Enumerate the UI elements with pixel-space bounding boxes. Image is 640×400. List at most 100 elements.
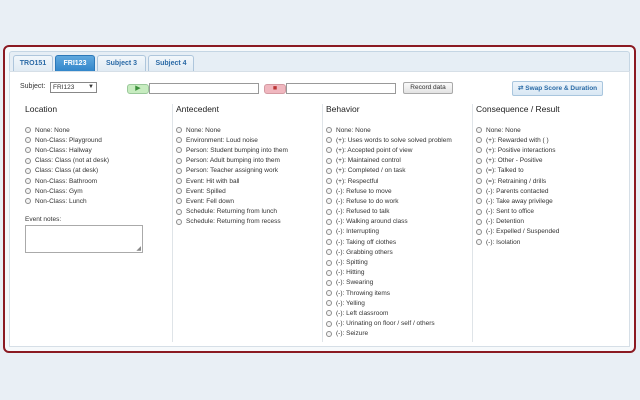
radio-option[interactable]: (+): Respectful (323, 176, 472, 186)
radio-option[interactable]: Class: Class (not at desk) (22, 156, 172, 166)
radio-button[interactable] (326, 279, 332, 286)
radio-button[interactable] (476, 208, 482, 215)
radio-button[interactable] (326, 300, 332, 307)
radio-button[interactable] (25, 178, 31, 185)
radio-button[interactable] (326, 239, 332, 246)
radio-option[interactable]: Person: Teacher assigning work (173, 166, 322, 176)
radio-button[interactable] (25, 127, 31, 134)
radio-button[interactable] (176, 178, 182, 185)
tab-tro151[interactable]: TRO151 (13, 55, 53, 72)
swap-score-duration-button[interactable]: ⇄ Swap Score & Duration (512, 81, 604, 96)
radio-button[interactable] (326, 178, 332, 185)
radio-button[interactable] (476, 157, 482, 164)
radio-option[interactable]: (-): Spitting (323, 257, 472, 267)
radio-option[interactable]: (-): Hitting (323, 268, 472, 278)
radio-button[interactable] (476, 167, 482, 174)
radio-option[interactable]: None: None (473, 125, 622, 135)
radio-button[interactable] (476, 137, 482, 144)
tab-subject-4[interactable]: Subject 4 (148, 55, 194, 72)
radio-button[interactable] (25, 188, 31, 195)
radio-button[interactable] (176, 137, 182, 144)
radio-option[interactable]: (-): Yelling (323, 298, 472, 308)
radio-button[interactable] (326, 188, 332, 195)
radio-option[interactable]: (-): Interrupting (323, 227, 472, 237)
radio-option[interactable]: (-): Left classroom (323, 308, 472, 318)
radio-button[interactable] (176, 167, 182, 174)
radio-button[interactable] (476, 127, 482, 134)
radio-option[interactable]: (+): Maintained control (323, 156, 472, 166)
radio-button[interactable] (326, 208, 332, 215)
radio-option[interactable]: None: None (22, 125, 172, 135)
radio-option[interactable]: (-): Refuse to move (323, 186, 472, 196)
radio-option[interactable]: Non-Class: Gym (22, 186, 172, 196)
radio-option[interactable]: (-): Refused to talk (323, 207, 472, 217)
radio-button[interactable] (326, 259, 332, 266)
radio-button[interactable] (326, 127, 332, 134)
radio-option[interactable]: Event: Spilled (173, 186, 322, 196)
radio-option[interactable]: Non-Class: Bathroom (22, 176, 172, 186)
radio-option[interactable]: (-): Urinating on floor / self / others (323, 319, 472, 329)
radio-button[interactable] (476, 198, 482, 205)
radio-option[interactable]: (-): Throwing items (323, 288, 472, 298)
radio-button[interactable] (326, 290, 332, 297)
subject-select[interactable]: FRI123 ▼ (50, 82, 97, 93)
stop-button[interactable]: ■ (264, 84, 286, 94)
radio-button[interactable] (25, 147, 31, 154)
radio-option[interactable]: (+): Accepted point of view (323, 145, 472, 155)
radio-button[interactable] (176, 208, 182, 215)
radio-button[interactable] (176, 147, 182, 154)
radio-option[interactable]: (+): Completed / on task (323, 166, 472, 176)
radio-option[interactable]: (-): Take away privilege (473, 196, 622, 206)
radio-option[interactable]: Class: Class (at desk) (22, 166, 172, 176)
radio-option[interactable]: (-): Grabbing others (323, 247, 472, 257)
resize-grip-icon[interactable]: ◢ (136, 245, 141, 252)
radio-button[interactable] (176, 127, 182, 134)
radio-button[interactable] (25, 157, 31, 164)
radio-option[interactable]: Non-Class: Lunch (22, 196, 172, 206)
radio-button[interactable] (176, 218, 182, 225)
event-notes-textarea[interactable]: ◢ (25, 224, 143, 253)
radio-button[interactable] (25, 198, 31, 205)
radio-button[interactable] (176, 157, 182, 164)
radio-button[interactable] (476, 147, 482, 154)
radio-button[interactable] (476, 228, 482, 235)
radio-option[interactable]: Schedule: Returning from lunch (173, 207, 322, 217)
radio-button[interactable] (326, 157, 332, 164)
radio-button[interactable] (326, 198, 332, 205)
radio-button[interactable] (476, 188, 482, 195)
start-time-field[interactable] (149, 83, 259, 94)
radio-option[interactable]: (-): Detention (473, 217, 622, 227)
radio-option[interactable]: (=): Talked to (473, 166, 622, 176)
radio-button[interactable] (326, 320, 332, 327)
radio-button[interactable] (476, 239, 482, 246)
radio-button[interactable] (326, 147, 332, 154)
radio-option[interactable]: (-): Expelled / Suspended (473, 227, 622, 237)
radio-button[interactable] (176, 198, 182, 205)
stop-time-field[interactable] (286, 83, 396, 94)
radio-button[interactable] (326, 228, 332, 235)
radio-button[interactable] (326, 269, 332, 276)
radio-option[interactable]: (-): Sent to office (473, 207, 622, 217)
radio-option[interactable]: (-): Parents contacted (473, 186, 622, 196)
radio-option[interactable]: (+): Other - Positive (473, 156, 622, 166)
tab-fri123[interactable]: FRI123 (55, 55, 95, 72)
radio-button[interactable] (476, 218, 482, 225)
tab-subject-3[interactable]: Subject 3 (97, 55, 146, 72)
radio-option[interactable]: (-): Isolation (473, 237, 622, 247)
radio-option[interactable]: Schedule: Returning from recess (173, 217, 322, 227)
radio-button[interactable] (25, 137, 31, 144)
radio-button[interactable] (326, 330, 332, 337)
radio-button[interactable] (176, 188, 182, 195)
radio-option[interactable]: (+): Rewarded with ( ) (473, 135, 622, 145)
radio-option[interactable]: (+): Uses words to solve solved problem (323, 135, 472, 145)
radio-button[interactable] (25, 167, 31, 174)
radio-option[interactable]: Event: Fell down (173, 196, 322, 206)
radio-button[interactable] (326, 137, 332, 144)
radio-option[interactable]: Environment: Loud noise (173, 135, 322, 145)
radio-option[interactable]: (+): Positive interactions (473, 145, 622, 155)
record-data-button[interactable]: Record data (403, 82, 453, 94)
radio-option[interactable]: Person: Adult bumping into them (173, 156, 322, 166)
radio-option[interactable]: Person: Student bumping into them (173, 145, 322, 155)
radio-option[interactable]: Non-Class: Playground (22, 135, 172, 145)
radio-option[interactable]: (-): Taking off clothes (323, 237, 472, 247)
